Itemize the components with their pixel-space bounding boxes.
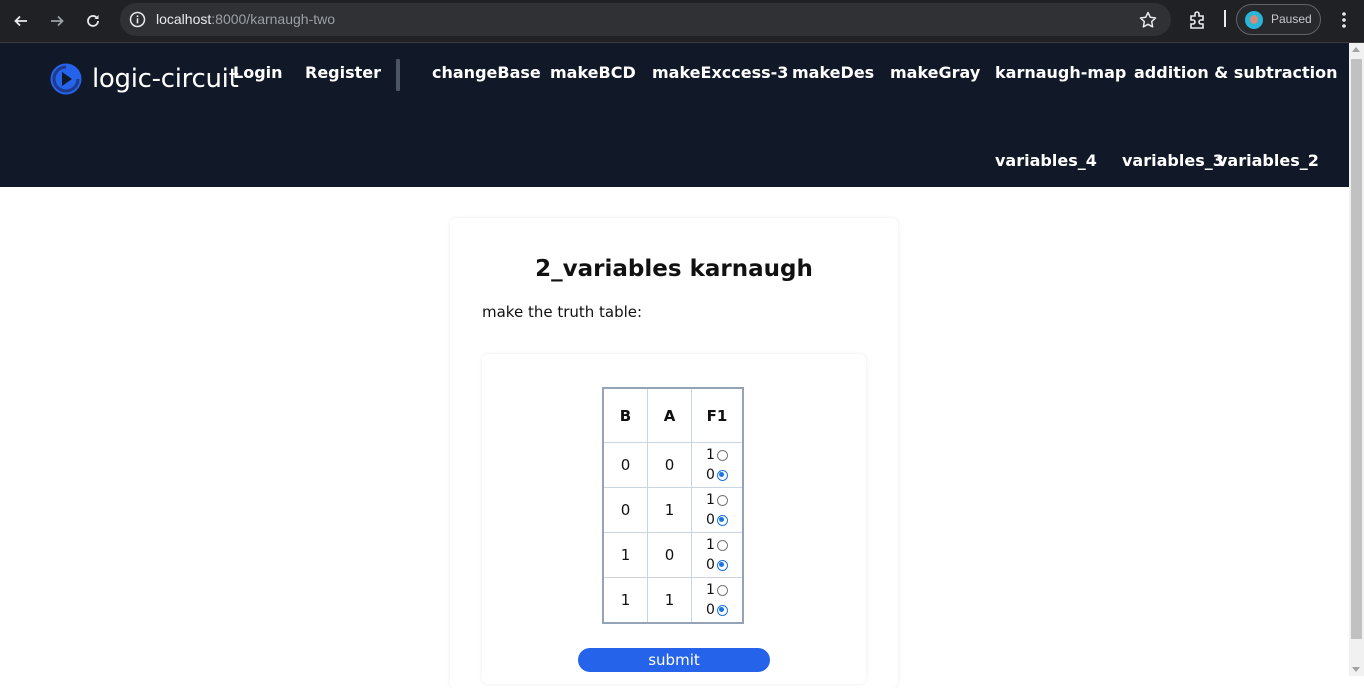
cell-a: 0	[647, 442, 692, 488]
nav-login[interactable]: Login	[233, 63, 283, 82]
cell-a: 1	[647, 577, 692, 624]
nav-addition-subtraction[interactable]: addition & subtraction	[1134, 63, 1338, 82]
url-text: localhost:8000/karnaugh-two	[156, 11, 335, 27]
option-0[interactable]: 0	[692, 465, 742, 485]
instruction-text: make the truth table:	[482, 303, 643, 321]
cell-b: 1	[602, 532, 648, 578]
scroll-up-arrow-icon[interactable]	[1352, 47, 1360, 52]
cell-f1: 1 0	[691, 442, 744, 488]
bookmark-star-icon[interactable]	[1138, 10, 1158, 30]
nav-karnaugh-map[interactable]: karnaugh-map	[995, 63, 1126, 82]
nav-make-des[interactable]: makeDes	[792, 63, 874, 82]
header-f1: F1	[691, 387, 744, 443]
cell-f1: 1 0	[691, 487, 744, 533]
extensions-puzzle-icon[interactable]	[1186, 8, 1210, 32]
header-a: A	[647, 387, 692, 443]
option-1[interactable]: 1	[692, 535, 742, 555]
radio-f1-0[interactable]	[716, 604, 728, 616]
option-0[interactable]: 0	[692, 510, 742, 530]
site-header: logic-circuit Login Register changeBase …	[0, 43, 1349, 187]
nav-change-base[interactable]: changeBase	[432, 63, 541, 82]
option-label: 0	[706, 602, 715, 618]
option-label: 1	[706, 492, 715, 508]
truth-table: B A F1 0 0 1 0 0 1 1 0 1 0 1 0 1 1 1 0	[602, 387, 744, 624]
nav-variables-4[interactable]: variables_4	[995, 151, 1097, 170]
avatar	[1245, 11, 1263, 29]
truth-table-panel: B A F1 0 0 1 0 0 1 1 0 1 0 1 0 1 1 1 0 s…	[482, 354, 866, 684]
nav-variables-3[interactable]: variables_3	[1122, 151, 1224, 170]
nav-register[interactable]: Register	[305, 63, 381, 82]
cell-f1: 1 0	[691, 577, 744, 624]
logo-icon[interactable]	[50, 63, 82, 95]
scroll-down-arrow-icon[interactable]	[1352, 667, 1360, 672]
radio-f1-1[interactable]	[716, 539, 728, 551]
cell-b: 1	[602, 577, 648, 624]
nav-divider	[396, 59, 400, 91]
scrollbar-thumb[interactable]	[1351, 59, 1362, 639]
cell-a: 1	[647, 487, 692, 533]
option-0[interactable]: 0	[692, 600, 742, 620]
table-row: 0 0 1 0	[602, 442, 744, 488]
cell-f1: 1 0	[691, 532, 744, 578]
radio-f1-1[interactable]	[716, 494, 728, 506]
page-title: 2_variables karnaugh	[535, 256, 813, 282]
nav-make-gray[interactable]: makeGray	[890, 63, 980, 82]
nav-variables-2[interactable]: variables_2	[1217, 151, 1319, 170]
nav-make-excess3[interactable]: makeExccess-3	[652, 63, 788, 82]
radio-f1-0[interactable]	[716, 559, 728, 571]
option-label: 1	[706, 447, 715, 463]
option-1[interactable]: 1	[692, 490, 742, 510]
radio-f1-0[interactable]	[716, 469, 728, 481]
table-row: 1 1 1 0	[602, 577, 744, 624]
option-label: 1	[706, 537, 715, 553]
radio-f1-0[interactable]	[716, 514, 728, 526]
back-arrow-icon[interactable]	[9, 9, 33, 33]
reload-icon[interactable]	[81, 9, 105, 33]
karnaugh-card: 2_variables karnaugh make the truth tabl…	[450, 218, 898, 688]
table-row: 0 1 1 0	[602, 487, 744, 533]
url-path: :8000/karnaugh-two	[211, 11, 336, 27]
toolbar-divider	[1224, 10, 1226, 27]
option-label: 0	[706, 467, 715, 483]
nav-make-bcd[interactable]: makeBCD	[550, 63, 636, 82]
page-scrollbar[interactable]	[1349, 43, 1364, 676]
option-label: 0	[706, 557, 715, 573]
forward-arrow-icon[interactable]	[45, 9, 69, 33]
radio-f1-1[interactable]	[716, 449, 728, 461]
url-host: localhost	[156, 11, 212, 27]
header-b: B	[602, 387, 648, 443]
browser-toolbar: localhost:8000/karnaugh-two Paused	[0, 0, 1364, 43]
address-bar[interactable]: localhost:8000/karnaugh-two	[120, 3, 1171, 36]
cell-b: 0	[602, 442, 648, 488]
radio-f1-1[interactable]	[716, 584, 728, 596]
submit-button[interactable]: submit	[578, 648, 770, 672]
site-info-icon[interactable]	[129, 11, 146, 28]
cell-b: 0	[602, 487, 648, 533]
option-1[interactable]: 1	[692, 580, 742, 600]
logo-text[interactable]: logic-circuit	[92, 64, 239, 94]
profile-chip[interactable]: Paused	[1236, 4, 1321, 35]
table-row: 1 0 1 0	[602, 532, 744, 578]
option-label: 1	[706, 582, 715, 598]
option-1[interactable]: 1	[692, 445, 742, 465]
option-0[interactable]: 0	[692, 555, 742, 575]
profile-status: Paused	[1271, 12, 1312, 26]
kebab-menu-icon[interactable]	[1334, 10, 1354, 30]
option-label: 0	[706, 512, 715, 528]
cell-a: 0	[647, 532, 692, 578]
